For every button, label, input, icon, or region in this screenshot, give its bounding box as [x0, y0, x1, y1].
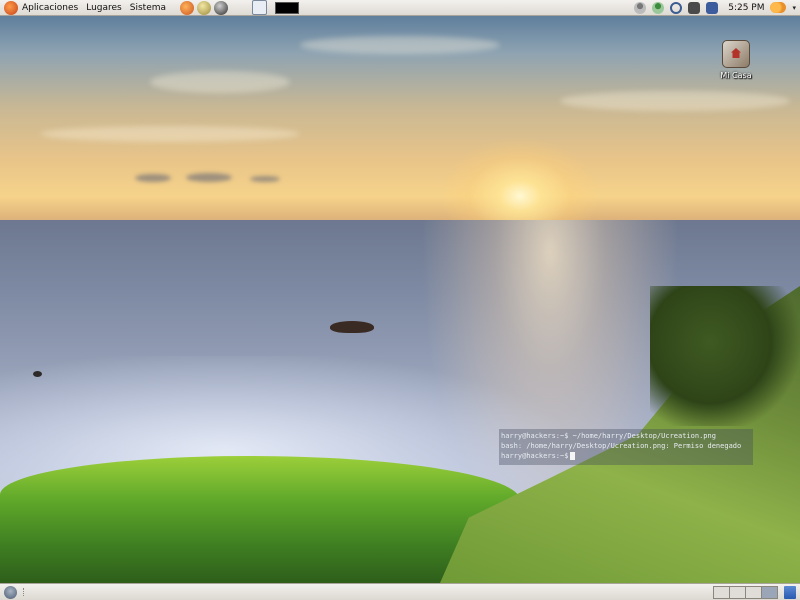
gnome-foot-icon[interactable] — [4, 0, 18, 15]
terminal-line: bash: /home/harry/Desktop/Ucreation.png:… — [501, 442, 742, 450]
clock[interactable]: 5:25 PM — [728, 3, 764, 13]
panel-handle[interactable] — [23, 588, 27, 596]
cloud — [560, 91, 790, 111]
workspace-1[interactable] — [714, 586, 730, 598]
cloud — [300, 36, 500, 54]
text-cursor — [570, 452, 576, 460]
cloud — [135, 174, 171, 182]
search-icon[interactable] — [670, 1, 683, 14]
rock — [330, 321, 374, 333]
terminal-line: harry@hackers:~$ ~/home/harry/Desktop/Uc… — [501, 432, 716, 440]
globe-icon[interactable] — [197, 0, 212, 15]
desktop-wallpaper[interactable] — [0, 16, 800, 583]
disk-icon[interactable] — [214, 0, 229, 15]
menu-system[interactable]: Sistema — [126, 0, 170, 16]
sound-icon[interactable] — [688, 1, 701, 14]
home-icon — [722, 40, 750, 68]
trash-icon[interactable] — [784, 585, 796, 599]
user-icon[interactable] — [634, 1, 647, 14]
firefox-icon[interactable] — [180, 0, 195, 15]
chevron-down-icon[interactable]: ▾ — [792, 4, 796, 12]
workspace-2[interactable] — [730, 586, 746, 598]
cloud — [150, 71, 290, 93]
terminal-icon[interactable] — [275, 1, 300, 14]
cloud — [250, 176, 280, 182]
bottom-panel — [0, 583, 800, 600]
workspace-4[interactable] — [762, 586, 777, 598]
cloud — [186, 173, 232, 182]
menu-applications[interactable]: Aplicaciones — [18, 0, 82, 16]
top-panel: Aplicaciones Lugares Sistema 5:25 PM ▾ — [0, 0, 800, 16]
bushes — [650, 286, 800, 426]
help-icon[interactable] — [252, 0, 268, 15]
desktop-icon-label: Mi Casa — [720, 71, 752, 80]
menu-places[interactable]: Lugares — [82, 0, 126, 16]
network-icon[interactable] — [706, 1, 719, 14]
terminal-prompt: harry@hackers:~$ — [501, 452, 569, 460]
workspace-switcher — [713, 585, 778, 599]
rock — [33, 371, 42, 377]
weather-icon[interactable] — [770, 2, 787, 13]
terminal-window[interactable]: harry@hackers:~$ ~/home/harry/Desktop/Uc… — [499, 429, 753, 465]
show-desktop-icon[interactable] — [4, 585, 17, 599]
workspace-3[interactable] — [746, 586, 762, 598]
user-online-icon[interactable] — [652, 1, 665, 14]
terminal-prompt-line[interactable]: harry@hackers:~$ — [501, 451, 751, 461]
desktop-icon-home[interactable]: Mi Casa — [714, 40, 758, 80]
notification-area: 5:25 PM ▾ — [634, 1, 800, 14]
grass-left — [0, 456, 520, 583]
cloud — [40, 126, 300, 142]
